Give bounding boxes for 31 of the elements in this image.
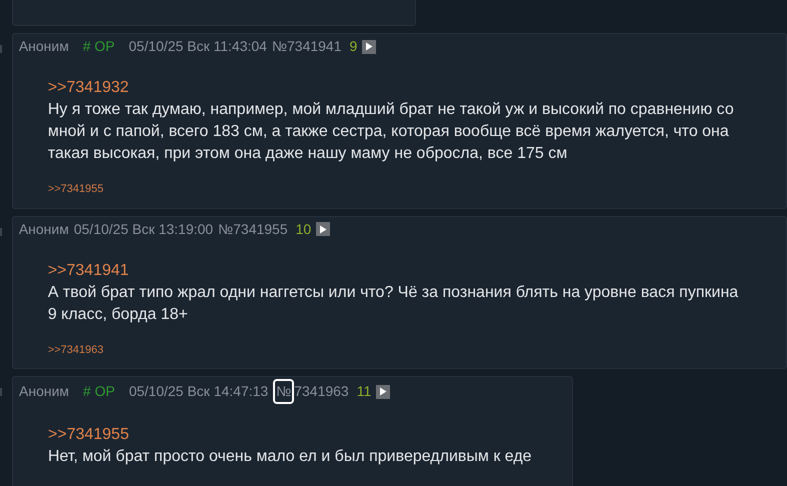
quote-link[interactable]: >>7341955	[48, 424, 532, 446]
quote-link[interactable]: >>7341932	[48, 77, 746, 99]
post-number[interactable]: 7341963	[294, 381, 349, 402]
op-tag: # OP	[83, 381, 115, 402]
post-index: 11	[356, 382, 372, 401]
post-text: Ну я тоже так думаю, например, мой младший брат не такой уж и высокий по сравнению со мной и с папой, всего 183 см, а также сестра, которая вообще всё время жалуется, что она такая высокая, при этом она даже нашу маму не обросла, все 175 см	[48, 100, 735, 164]
post-date: 05/10/25 Вск 14:47:13	[128, 382, 268, 401]
number-sign[interactable]: №	[218, 218, 234, 240]
post-date: 05/10/25 Вск 13:19:00	[74, 220, 214, 238]
play-icon	[379, 387, 388, 396]
play-button[interactable]	[362, 40, 376, 54]
author-name: Аноним	[18, 220, 69, 238]
author-name: Аноним	[18, 37, 69, 56]
op-tag: # OP	[82, 36, 115, 57]
reply-link[interactable]: >>7341963	[48, 342, 104, 358]
post-text: А твой брат типо жрал одни наггетсы или что? Чё за познания блять на уровне вася пупкина 9 класс, борда 18+	[48, 282, 740, 324]
number-sign[interactable]: №	[272, 36, 287, 57]
post-index: 9	[350, 37, 358, 56]
play-icon	[365, 42, 374, 51]
play-button[interactable]	[376, 384, 390, 398]
post-index: 10	[296, 220, 312, 238]
reply-link[interactable]: >>7341955	[48, 181, 104, 198]
number-sign[interactable]: №	[273, 379, 294, 404]
quote-link[interactable]: >>7341941	[48, 260, 746, 282]
author-name: Аноним	[19, 382, 70, 401]
post-number[interactable]: 7341955	[233, 218, 288, 240]
post-text: Нет, мой брат просто очень мало ел и был привередливым к еде	[48, 447, 532, 467]
post-date: 05/10/25 Вск 11:43:04	[128, 37, 267, 56]
play-button[interactable]	[316, 222, 330, 236]
post-number[interactable]: 7341941	[287, 36, 342, 57]
play-icon	[319, 224, 328, 234]
